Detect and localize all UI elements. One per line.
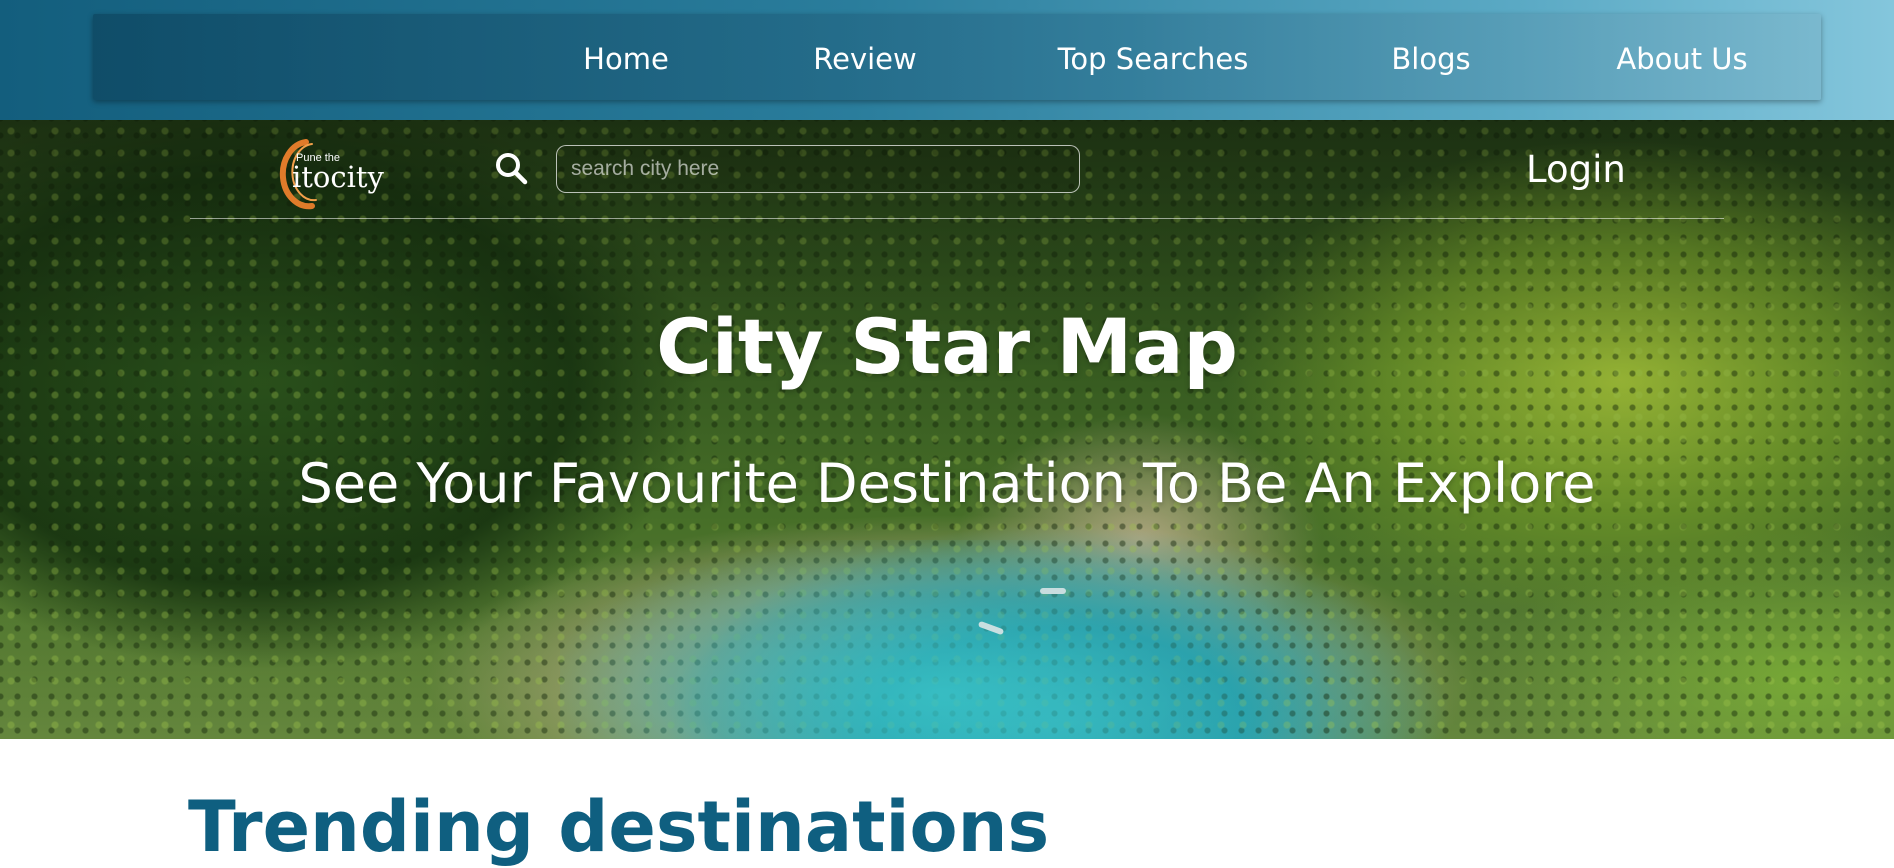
nav-item-about-us[interactable]: About Us xyxy=(1616,14,1747,100)
hero-overlay xyxy=(0,120,1894,739)
nav-item-review[interactable]: Review xyxy=(813,14,916,100)
header-divider xyxy=(190,218,1724,219)
top-nav-band: Home Review Top Searches Blogs About Us xyxy=(0,0,1894,120)
login-link[interactable]: Login xyxy=(1526,148,1626,191)
hero-subtitle: See Your Favourite Destination To Be An … xyxy=(298,452,1596,515)
section-title-trending: Trending destinations xyxy=(188,786,1050,868)
nav-item-top-searches[interactable]: Top Searches xyxy=(1058,14,1249,100)
navbar: Home Review Top Searches Blogs About Us xyxy=(93,14,1821,100)
hero-title: City Star Map xyxy=(656,302,1238,391)
hero-section xyxy=(0,120,1894,739)
search-input[interactable] xyxy=(556,145,1080,193)
search-icon[interactable] xyxy=(494,151,528,185)
nav-item-blogs[interactable]: Blogs xyxy=(1391,14,1470,100)
logo-wordmark: itocity xyxy=(292,160,384,194)
nav-item-home[interactable]: Home xyxy=(583,14,669,100)
